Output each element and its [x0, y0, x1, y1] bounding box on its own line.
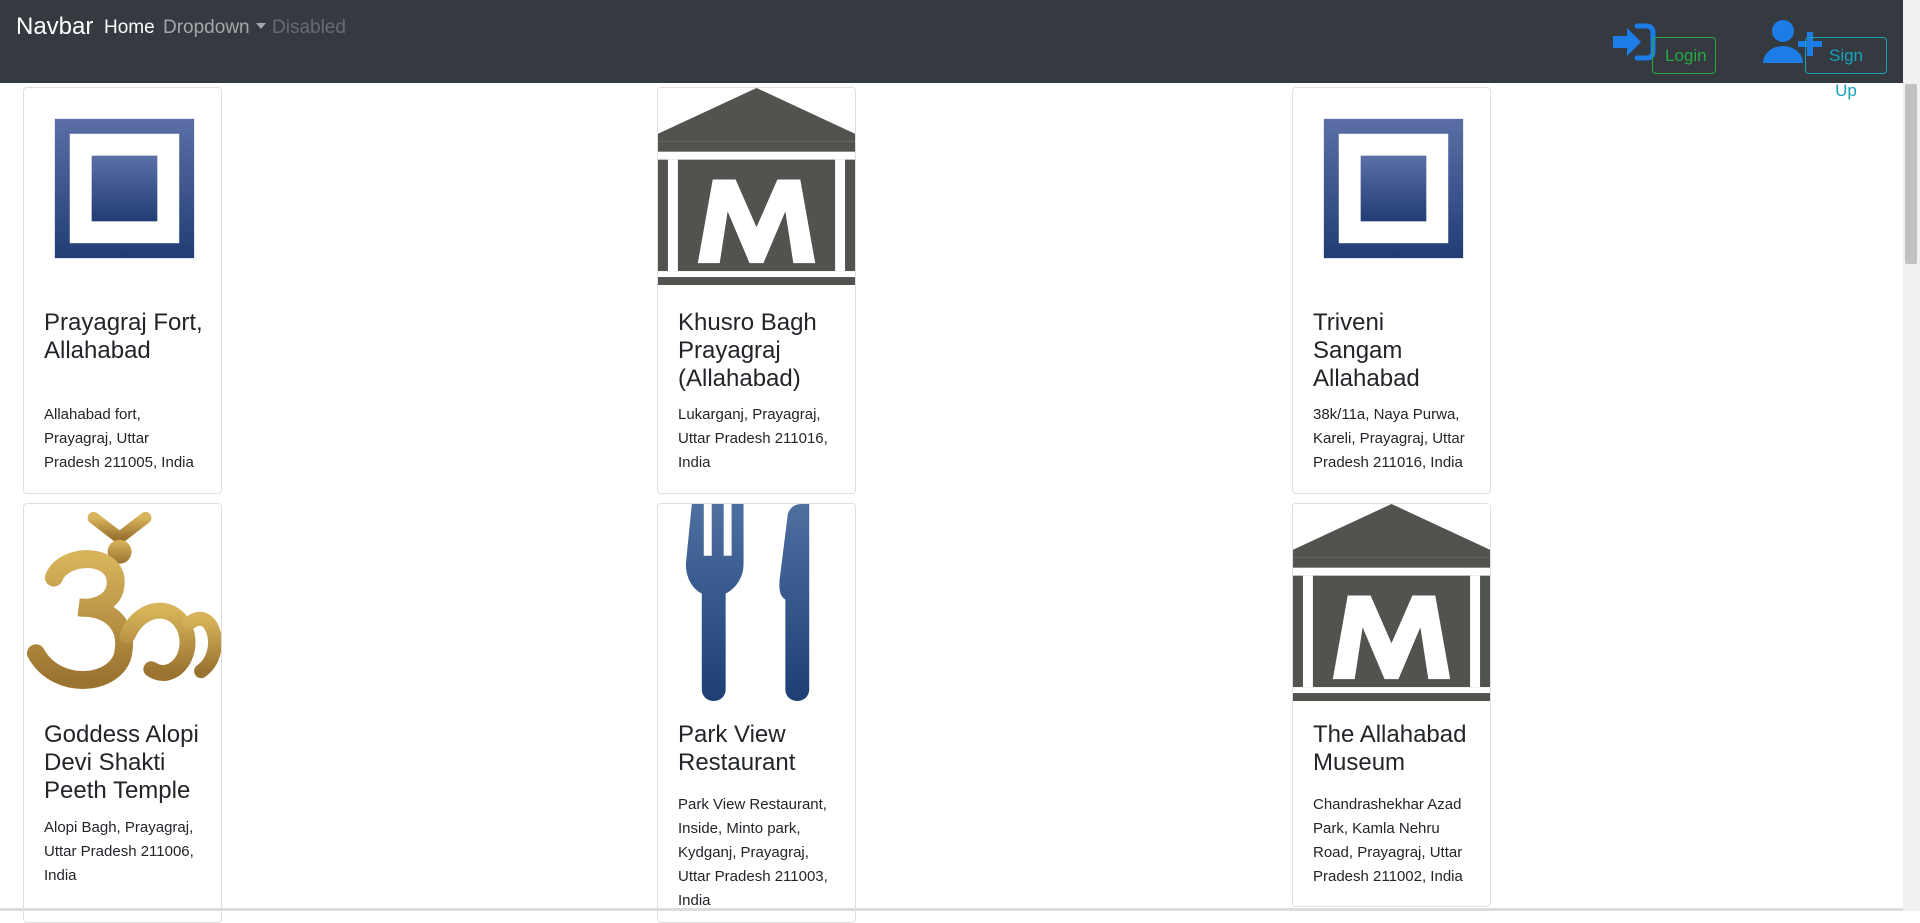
- fork-knife-icon: [685, 504, 810, 701]
- place-address: 38k/11a, Naya Purwa, Kareli, Prayagraj, …: [1313, 406, 1465, 471]
- square-landmark-icon: [54, 118, 195, 259]
- place-address: Chandrashekhar Azad Park, Kamla Nehru Ro…: [1313, 796, 1463, 885]
- place-title: Prayagraj Fort, Allahabad: [44, 309, 203, 364]
- place-title: Park View Restaurant: [678, 721, 796, 776]
- nav-link-home[interactable]: Home: [104, 17, 155, 39]
- sign-in-icon[interactable]: [1611, 22, 1657, 62]
- place-card[interactable]: Goddess Alopi Devi Shakti Peeth Temple A…: [23, 503, 222, 923]
- scrollbar-thumb[interactable]: [1905, 84, 1917, 264]
- om-icon: [26, 511, 221, 689]
- place-address: Park View Restaurant, Inside, Minto park…: [678, 796, 828, 909]
- place-card[interactable]: Prayagraj Fort, Allahabad Allahabad fort…: [23, 87, 222, 494]
- place-address: Allahabad fort, Prayagraj, Uttar Pradesh…: [44, 406, 194, 471]
- place-address: Alopi Bagh, Prayagraj, Uttar Pradesh 211…: [44, 819, 194, 884]
- place-card[interactable]: Triveni Sangam Allahabad 38k/11a, Naya P…: [1292, 87, 1491, 494]
- caret-down-icon: [255, 23, 266, 29]
- place-title: Khusro Bagh Prayagraj (Allahabad): [678, 309, 817, 392]
- place-title: Goddess Alopi Devi Shakti Peeth Temple: [44, 721, 199, 804]
- navbar: Navbar Home Dropdown Disabled Login Sign…: [0, 0, 1920, 100]
- nav-dropdown-label: Dropdown: [163, 17, 250, 38]
- square-landmark-icon: [1323, 118, 1464, 259]
- place-card[interactable]: The Allahabad Museum Chandrashekhar Azad…: [1292, 503, 1491, 907]
- place-title: The Allahabad Museum: [1313, 721, 1467, 776]
- signup-button[interactable]: Sign Up: [1805, 37, 1887, 100]
- nav-link-dropdown[interactable]: Dropdown: [163, 17, 266, 39]
- museum-icon: [658, 88, 855, 285]
- place-title: Triveni Sangam Allahabad: [1313, 309, 1420, 392]
- place-card[interactable]: Park View Restaurant Park View Restauran…: [657, 503, 856, 923]
- museum-icon: [1293, 504, 1490, 701]
- login-button[interactable]: Login: [1652, 37, 1716, 74]
- place-address: Lukarganj, Prayagraj, Uttar Pradesh 2110…: [678, 406, 828, 471]
- navbar-brand[interactable]: Navbar: [16, 13, 93, 41]
- place-card[interactable]: Khusro Bagh Prayagraj (Allahabad) Lukarg…: [657, 87, 856, 494]
- nav-link-disabled: Disabled: [272, 17, 346, 38]
